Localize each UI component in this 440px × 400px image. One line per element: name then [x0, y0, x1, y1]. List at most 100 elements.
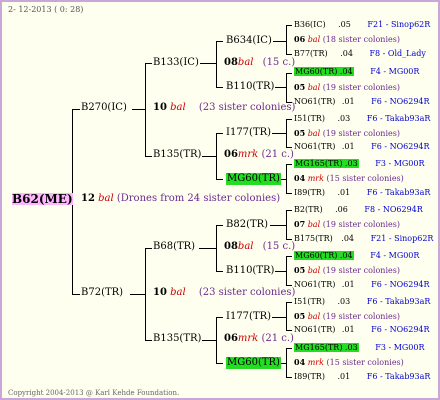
- queen-name-text: MG60(TR): [295, 67, 338, 76]
- queen-name[interactable]: NO61(TR): [294, 97, 335, 106]
- leaf-row: NO61(TR) .01 F6 - NO6294R: [294, 326, 430, 334]
- drone-line: 08bal (15 c.): [224, 242, 295, 252]
- queen-name[interactable]: I51(TR): [294, 297, 325, 306]
- queen-node[interactable]: B135(TR): [153, 150, 201, 160]
- copyright-footer: Copyright 2004-2013 @ Karl Kehde Foundat…: [8, 389, 180, 397]
- leaf-row: MG60(TR) .04 F4 - MG00R: [294, 67, 420, 76]
- leaf-row: 04 mrk (15 sister colonies): [294, 174, 404, 183]
- drone-count: 08: [224, 241, 238, 252]
- queen-name[interactable]: I89(TR): [294, 188, 325, 197]
- sister-desc: (15 sister colonies): [326, 174, 404, 183]
- queen-name[interactable]: NO61(TR): [294, 280, 335, 289]
- line-code: F4 - MG00R: [370, 67, 420, 76]
- pedigree-chart: 2- 12-2013 ( 0: 28) B62(ME) 12 bal (Dron…: [0, 0, 440, 400]
- queen-code: mrk: [237, 333, 259, 344]
- queen-node[interactable]: MG60(TR): [226, 173, 281, 185]
- queen-code: mrk: [307, 358, 324, 367]
- queen-value: .04: [341, 234, 355, 243]
- leaf-row: 07 bal (19 sister colonies): [294, 220, 400, 229]
- queen-code: bal: [307, 35, 321, 44]
- root-drone-line: 12 bal (Drones from 24 sister colonies): [81, 194, 280, 204]
- queen-name[interactable]: MG60(TR) .04: [294, 251, 354, 260]
- queen-node[interactable]: I177(TR): [226, 128, 271, 138]
- queen-node[interactable]: B133(IC): [153, 58, 199, 68]
- drone-line: 06mrk (21 c.): [224, 334, 294, 344]
- queen-node[interactable]: B110(TR): [226, 266, 274, 276]
- queen-name[interactable]: MG165(TR) .03: [294, 159, 359, 168]
- queen-node[interactable]: MG60(TR): [226, 357, 281, 369]
- leaf-row: I51(TR) .03 F6 - Takab93aR: [294, 115, 430, 123]
- line-code: F6 - Takab93aR: [366, 297, 431, 306]
- line-code: F6 - NO6294R: [371, 325, 430, 334]
- queen-name[interactable]: NO61(TR): [294, 325, 335, 334]
- drone-line: 08bal (15 c.): [224, 58, 295, 68]
- drone-count: 06: [224, 149, 238, 160]
- queen-node[interactable]: B68(TR): [153, 242, 195, 252]
- line-code: F3 - MG00R: [375, 159, 425, 168]
- queen-code: bal: [307, 266, 321, 275]
- queen-value: .04: [339, 251, 353, 260]
- queen-name[interactable]: I89(TR): [294, 372, 325, 381]
- queen-name[interactable]: B77(TR): [294, 49, 328, 58]
- leaf-row: B175(TR) .04 F21 - Sinop62R: [294, 235, 433, 243]
- leaf-row: I51(TR) .03 F6 - Takab93aR: [294, 298, 430, 306]
- queen-value: .01: [341, 142, 355, 151]
- leaf-row: B2(TR) .06 F8 - NO6294R: [294, 206, 423, 214]
- leaf-row: MG165(TR) .03 F3 - MG00R: [294, 343, 425, 352]
- drone-count: 10: [153, 102, 167, 113]
- sister-desc: (23 sister colonies): [198, 287, 296, 298]
- queen-node[interactable]: B82(TR): [226, 220, 268, 230]
- queen-name[interactable]: MG165(TR) .03: [294, 343, 359, 352]
- queen-value: .01: [337, 188, 351, 197]
- queen-node[interactable]: B135(TR): [153, 334, 201, 344]
- queen-name[interactable]: B36(IC): [294, 20, 326, 29]
- sister-desc: (Drones from 24 sister colonies): [116, 193, 281, 204]
- drone-count: 04: [294, 357, 306, 367]
- dam-queen[interactable]: B72(TR): [81, 288, 123, 298]
- leaf-row: 05 bal (19 sister colonies): [294, 83, 400, 92]
- leaf-row: 05 bal (19 sister colonies): [294, 312, 400, 321]
- sire-queen[interactable]: B270(IC): [81, 103, 127, 113]
- leaf-row: I89(TR) .01 F6 - Takab93aR: [294, 373, 430, 381]
- line-code: F6 - NO6294R: [371, 142, 430, 151]
- drone-count: 05: [294, 311, 306, 321]
- queen-value: .01: [341, 325, 355, 334]
- leaf-row: 06 bal (18 sister colonies): [294, 35, 400, 44]
- queen-value: .04: [339, 67, 353, 76]
- queen-name[interactable]: I51(TR): [294, 114, 325, 123]
- sister-desc: (19 sister colonies): [322, 129, 400, 138]
- leaf-row: B36(IC) .05 F21 - Sinop62R: [294, 21, 430, 29]
- queen-code: mrk: [237, 149, 259, 160]
- print-date: 2- 12-2013 ( 0: 28): [8, 5, 84, 14]
- queen-name[interactable]: NO61(TR): [294, 142, 335, 151]
- line-code: F6 - Takab93aR: [366, 372, 431, 381]
- queen-value: .03: [337, 297, 351, 306]
- root-queen[interactable]: B62(ME): [12, 193, 73, 205]
- sister-desc: (18 sister colonies): [322, 35, 400, 44]
- sister-desc: (15 c.): [262, 241, 296, 252]
- queen-node[interactable]: B110(TR): [226, 82, 274, 92]
- queen-name[interactable]: B2(TR): [294, 205, 323, 214]
- queen-code: bal: [307, 83, 321, 92]
- queen-name-text: MG165(TR): [295, 343, 343, 352]
- queen-code: bal: [237, 57, 254, 68]
- leaf-row: MG60(TR) .04 F4 - MG00R: [294, 251, 419, 260]
- queen-value: .01: [341, 280, 355, 289]
- queen-node[interactable]: B634(IC): [226, 36, 272, 46]
- sister-desc: (21 c.): [261, 333, 294, 344]
- queen-name[interactable]: MG60(TR) .04: [294, 67, 354, 76]
- drone-line: 06mrk (21 c.): [224, 150, 294, 160]
- sister-desc: (23 sister colonies): [198, 102, 296, 113]
- queen-code: bal: [170, 287, 186, 298]
- leaf-row: B77(TR) .04 F8 - Old_Lady: [294, 50, 426, 58]
- queen-name[interactable]: B175(TR): [294, 234, 333, 243]
- leaf-row: NO61(TR) .01 F6 - NO6294R: [294, 281, 430, 289]
- line-code: F6 - NO6294R: [371, 280, 430, 289]
- line-code: F21 - Sinop62R: [367, 20, 431, 29]
- queen-node[interactable]: I177(TR): [226, 312, 271, 322]
- sister-desc: (19 sister colonies): [322, 266, 400, 275]
- leaf-row: MG165(TR) .03 F3 - MG00R: [294, 159, 425, 168]
- queen-code: bal: [307, 220, 321, 229]
- line-code: F6 - Takab93aR: [366, 188, 431, 197]
- drone-count: 10: [153, 287, 167, 298]
